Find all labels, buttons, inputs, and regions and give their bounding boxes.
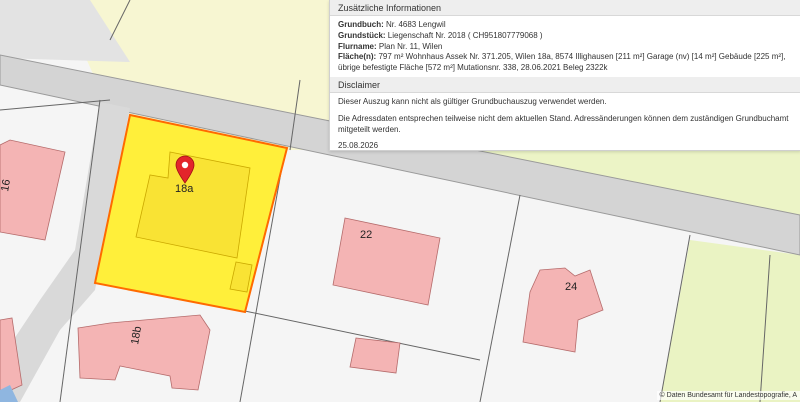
section-title: Zusätzliche Informationen: [330, 0, 800, 16]
disclaimer-text-1: Dieser Auszug kann nicht als gültiger Gr…: [338, 96, 607, 106]
info-panel: Zusätzliche Informationen Grundbuch: Nr.…: [329, 0, 800, 151]
map-attribution[interactable]: © Daten Bundesamt für Landestopografie, …: [656, 391, 800, 400]
field-grundstueck: Grundstück: Liegenschaft Nr. 2018 ( CH95…: [338, 30, 543, 40]
field-flaeche: Fläche(n): 797 m² Wohnhaus Assek Nr. 371…: [338, 52, 786, 73]
disclaimer-date: 25.08.2026: [338, 141, 379, 151]
label-18a: 18a: [175, 183, 194, 195]
field-grundbuch: Grundbuch: Nr. 4683 Lengwil: [338, 20, 446, 29]
field-flurname: Flurname: Plan Nr. 11, Wilen: [338, 41, 443, 51]
label-24: 24: [565, 281, 577, 293]
disclaimer-text-2: Die Adressdaten entsprechen teilweise ni…: [338, 113, 789, 134]
label-16: 16: [0, 178, 13, 192]
disclaimer-title: Disclaimer: [330, 76, 800, 93]
building-small-south: [349, 337, 401, 374]
label-22: 22: [360, 229, 372, 241]
